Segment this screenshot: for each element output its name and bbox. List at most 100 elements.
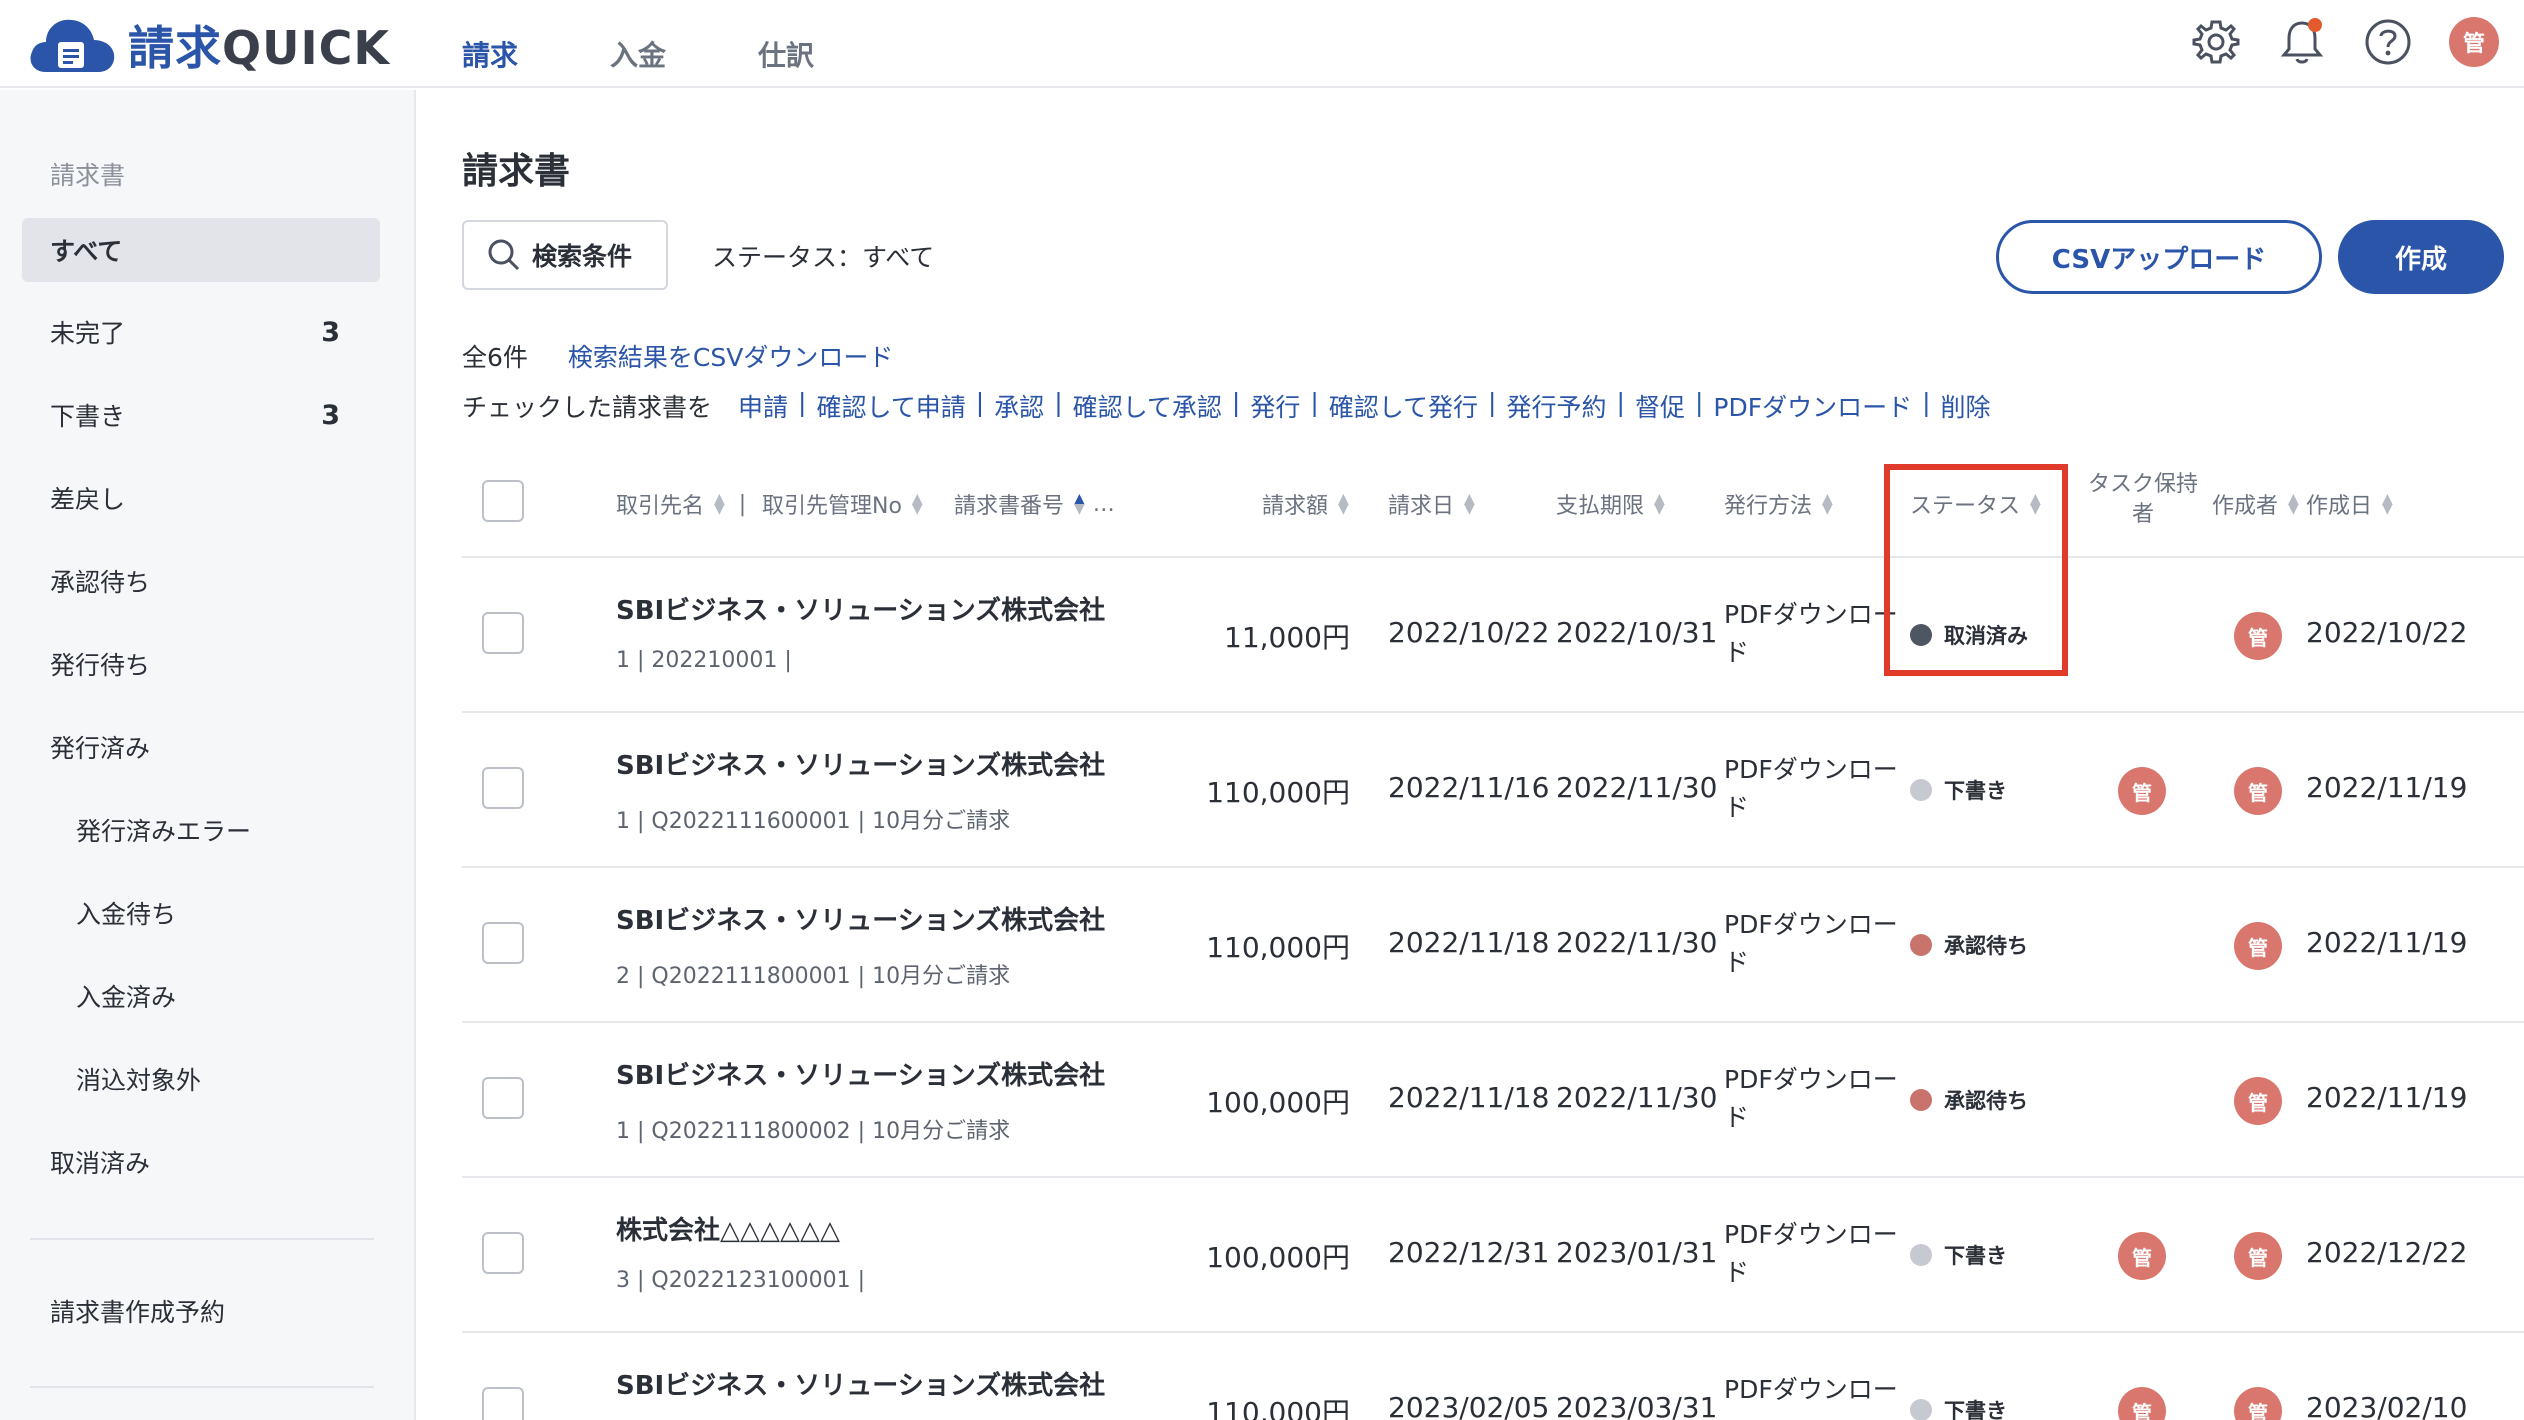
action-pdf-download[interactable]: PDFダウンロード — [1713, 388, 1912, 424]
action-approve[interactable]: 承認 — [994, 388, 1044, 424]
action-confirm-approve[interactable]: 確認して承認 — [1073, 388, 1222, 424]
row-method: PDFダウンロード — [1724, 910, 1898, 977]
row-partner-name[interactable]: SBIビジネス・ソリューションズ株式会社 — [616, 590, 1105, 627]
row-checkbox[interactable] — [482, 612, 524, 654]
sidebar-divider — [30, 1386, 374, 1388]
row-divider — [462, 1176, 2524, 1178]
sidebar-count: 3 — [321, 399, 340, 431]
create-button[interactable]: 作成 — [2338, 220, 2504, 294]
sidebar-item-issued[interactable]: 発行済み — [22, 715, 380, 779]
sort-icon: ▲ ▼ — [2288, 491, 2299, 517]
row-creator-avatar[interactable]: 管 — [2234, 1387, 2282, 1420]
row-checkbox[interactable] — [482, 767, 524, 809]
row-creator-avatar[interactable]: 管 — [2234, 767, 2282, 815]
row-amount: 110,000円 — [1206, 1396, 1350, 1420]
sidebar-item-draft[interactable]: 下書き 3 — [22, 383, 380, 447]
search-icon — [488, 239, 520, 271]
search-conditions-button[interactable]: 検索条件 — [462, 220, 668, 290]
row-amount: 100,000円 — [1206, 1086, 1350, 1119]
row-partner-name[interactable]: SBIビジネス・ソリューションズ株式会社 — [616, 1365, 1105, 1402]
row-checkbox[interactable] — [482, 922, 524, 964]
table-header-divider — [462, 556, 2524, 558]
row-method: PDFダウンロード — [1724, 1220, 1898, 1287]
row-partner-name[interactable]: 株式会社△△△△△△ — [616, 1210, 840, 1247]
col-header-creator[interactable]: 作成者 ▲ ▼ — [2212, 488, 2299, 520]
col-header-created[interactable]: 作成日 ▲ ▼ — [2306, 488, 2393, 520]
tab-payment[interactable]: 入金 — [610, 34, 666, 86]
row-method: PDFダウンロード — [1724, 600, 1898, 667]
sidebar-item-issued-error[interactable]: 発行済みエラー — [22, 798, 380, 862]
row-task-owner-avatar[interactable]: 管 — [2118, 1232, 2166, 1280]
tab-journal[interactable]: 仕訳 — [758, 34, 814, 86]
col-header-partner-no[interactable]: 取引先管理No ▲ ▼ — [762, 488, 923, 520]
action-apply[interactable]: 申請 — [738, 388, 788, 424]
sidebar-item-awaiting-approval[interactable]: 承認待ち — [22, 549, 380, 613]
app-logo[interactable]: 請求QUICK — [26, 10, 390, 80]
action-confirm-issue[interactable]: 確認して発行 — [1329, 388, 1478, 424]
action-remind[interactable]: 督促 — [1635, 388, 1685, 424]
row-task-owner-avatar[interactable]: 管 — [2118, 1387, 2166, 1420]
row-invoice-date: 2022/11/18 — [1388, 1081, 1550, 1114]
row-creator-avatar[interactable]: 管 — [2234, 922, 2282, 970]
logo-latin: QUICK — [222, 21, 390, 75]
action-issue[interactable]: 発行 — [1250, 388, 1300, 424]
bulk-actions: チェックした請求書を 申請 | 確認して申請 | 承認 | 確認して承認 | 発行 | 確… — [462, 388, 1991, 424]
top-header: 請求QUICK 請求 入金 仕訳 管 — [0, 0, 2524, 88]
row-task-owner-avatar[interactable]: 管 — [2118, 767, 2166, 815]
sidebar: 請求書 すべて 未完了 3 下書き 3 差戻し 承認待ち 発行待ち 発行済み 発行済… — [0, 90, 416, 1420]
sort-icon: ▲ ▼ — [2382, 491, 2393, 517]
status-dot-icon — [1910, 1089, 1932, 1111]
sidebar-item-cancelled[interactable]: 取消済み — [22, 1130, 380, 1194]
row-creator-avatar[interactable]: 管 — [2234, 612, 2282, 660]
action-delete[interactable]: 削除 — [1941, 388, 1991, 424]
col-header-method[interactable]: 発行方法 ▲ ▼ — [1724, 488, 1833, 520]
row-checkbox[interactable] — [482, 1077, 524, 1119]
user-avatar[interactable]: 管 — [2449, 17, 2499, 67]
row-partner-name[interactable]: SBIビジネス・ソリューションズ株式会社 — [616, 745, 1105, 782]
action-schedule-issue[interactable]: 発行予約 — [1506, 388, 1606, 424]
tab-invoice[interactable]: 請求 — [462, 34, 518, 86]
row-checkbox[interactable] — [482, 1387, 524, 1420]
sidebar-item-returned[interactable]: 差戻し — [22, 466, 380, 530]
csv-upload-button[interactable]: CSVアップロード — [1996, 220, 2322, 294]
sidebar-item-excluded[interactable]: 消込対象外 — [22, 1047, 380, 1111]
col-header-amount[interactable]: 請求額 ▲ ▼ — [1262, 488, 1349, 520]
result-summary: 全6件 検索結果をCSVダウンロード — [462, 338, 893, 374]
col-header-due-date[interactable]: 支払期限 ▲ ▼ — [1556, 488, 1665, 520]
row-creator-avatar[interactable]: 管 — [2234, 1077, 2282, 1125]
row-checkbox[interactable] — [482, 1232, 524, 1274]
sidebar-item-incomplete[interactable]: 未完了 3 — [22, 300, 380, 364]
more-columns-icon[interactable]: … — [1093, 492, 1115, 517]
row-invoice-date: 2023/02/05 — [1388, 1391, 1550, 1420]
sidebar-item-all[interactable]: すべて — [22, 218, 380, 282]
row-due-date: 2022/11/30 — [1556, 1081, 1718, 1114]
row-partner-name[interactable]: SBIビジネス・ソリューションズ株式会社 — [616, 900, 1105, 937]
csv-download-link[interactable]: 検索結果をCSVダウンロード — [568, 338, 893, 374]
row-divider — [462, 1021, 2524, 1023]
row-divider — [462, 866, 2524, 868]
row-status-badge: 承認待ち — [1910, 1085, 2028, 1115]
notification-bell-icon[interactable] — [2274, 14, 2330, 70]
row-created-date: 2022/11/19 — [2306, 1081, 2468, 1114]
row-amount: 110,000円 — [1206, 931, 1350, 964]
row-partner-name[interactable]: SBIビジネス・ソリューションズ株式会社 — [616, 1055, 1105, 1092]
row-created-date: 2022/11/19 — [2306, 926, 2468, 959]
action-confirm-apply[interactable]: 確認して申請 — [816, 388, 965, 424]
sort-icon: ▲ ▼ — [911, 491, 923, 517]
settings-gear-icon[interactable] — [2188, 14, 2244, 70]
row-status-badge: 下書き — [1910, 1240, 2007, 1270]
cloud-logo-icon — [26, 12, 120, 78]
sidebar-item-paid[interactable]: 入金済み — [22, 964, 380, 1028]
help-question-icon[interactable] — [2360, 14, 2416, 70]
row-creator-avatar[interactable]: 管 — [2234, 1232, 2282, 1280]
col-header-partner[interactable]: 取引先名 ▲ ▼ | — [616, 488, 760, 520]
col-header-invoice-date[interactable]: 請求日 ▲ ▼ — [1388, 488, 1475, 520]
col-header-invoice-no[interactable]: 請求書番号 ▲ ▼ … — [954, 488, 1115, 520]
row-status-badge: 下書き — [1910, 1395, 2007, 1420]
sidebar-item-reservation[interactable]: 請求書作成予約 — [22, 1279, 380, 1343]
row-sub-info: 3 | Q2022123100001 | — [616, 1268, 866, 1293]
sort-icon: ▲ ▼ — [1822, 491, 1833, 517]
select-all-checkbox[interactable] — [482, 480, 524, 522]
sidebar-item-awaiting-issue[interactable]: 発行待ち — [22, 632, 380, 696]
sidebar-item-awaiting-payment[interactable]: 入金待ち — [22, 881, 380, 945]
